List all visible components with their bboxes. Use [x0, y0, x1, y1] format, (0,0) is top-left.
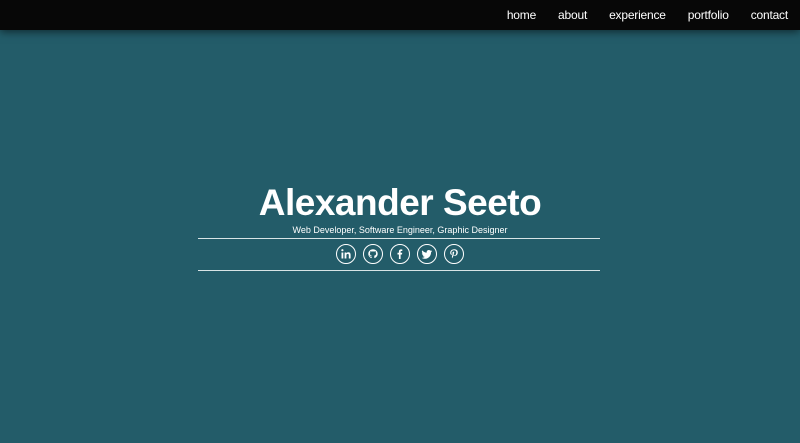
twitter-link[interactable]: [417, 244, 437, 264]
facebook-link[interactable]: [390, 244, 410, 264]
nav-link-experience[interactable]: experience: [609, 8, 666, 22]
social-links: [0, 244, 800, 264]
hero-tagline: Web Developer, Software Engineer, Graphi…: [292, 225, 508, 235]
twitter-icon: [421, 250, 432, 259]
github-icon: [368, 249, 378, 259]
hero-name: Alexander Seeto: [258, 182, 542, 223]
divider-top: [198, 238, 600, 239]
linkedin-link[interactable]: [336, 244, 356, 264]
linkedin-icon: [341, 249, 351, 259]
divider-bottom: [198, 270, 600, 271]
facebook-icon: [397, 249, 403, 259]
pinterest-link[interactable]: [444, 244, 464, 264]
github-link[interactable]: [363, 244, 383, 264]
nav-link-home[interactable]: home: [507, 8, 536, 22]
nav-menu: home about experience portfolio contact: [485, 0, 788, 30]
pinterest-icon: [450, 249, 458, 259]
nav-link-portfolio[interactable]: portfolio: [688, 8, 729, 22]
nav-link-about[interactable]: about: [558, 8, 587, 22]
nav-link-contact[interactable]: contact: [751, 8, 788, 22]
top-navbar: home about experience portfolio contact: [0, 0, 800, 30]
hero-section: Alexander Seeto Web Developer, Software …: [0, 0, 800, 443]
